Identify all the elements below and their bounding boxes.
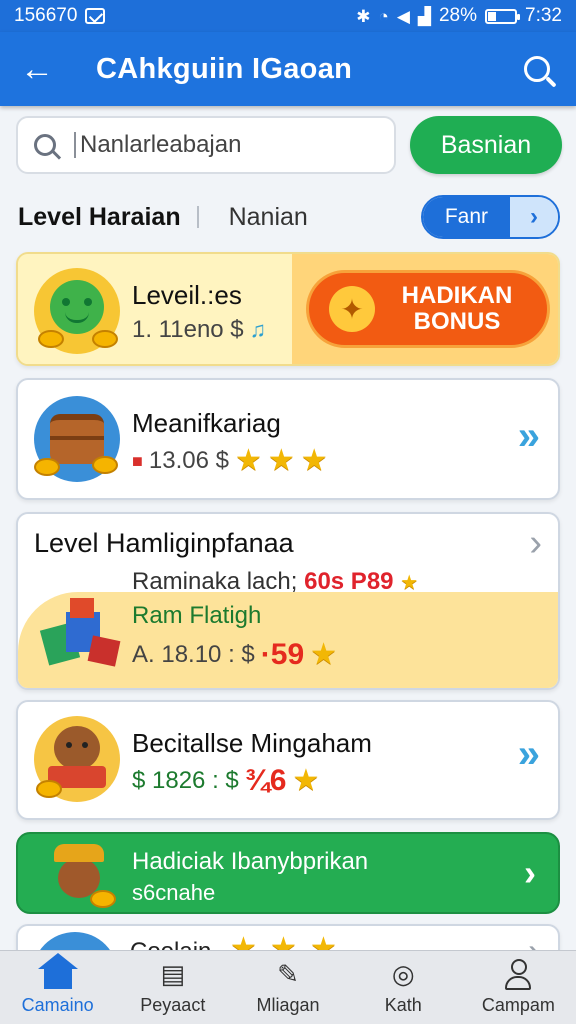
signal-icon: ▟ (417, 6, 431, 26)
gift-icon: ✦ (329, 286, 375, 332)
toy-blocks-icon (32, 598, 122, 678)
price-highlight: ·59 (260, 638, 305, 671)
status-left-text: 156670 (14, 5, 78, 26)
star-icon: ★ (300, 444, 328, 477)
nav-label: Kath (384, 995, 422, 1015)
chevron-right-icon[interactable]: › (524, 852, 536, 894)
bluetooth-icon: ✱ (356, 6, 371, 26)
nav-label: Peyaact (140, 995, 206, 1015)
nav-label: Campam (481, 995, 555, 1015)
level-card-2[interactable]: Meanifkariag ■ 13.06 $ ★ ★ ★ » (16, 378, 560, 500)
chevron-double-right-icon[interactable]: » (518, 414, 540, 459)
wifi-icon: ◔ (378, 6, 389, 26)
card-title: Becitallse Mingaham (132, 728, 372, 758)
nav-item-camaino[interactable]: Camaino (0, 951, 115, 1024)
filter-button[interactable]: Fanr › (420, 195, 560, 239)
volume-icon: ◀ (396, 6, 410, 26)
nav-item-peyaact[interactable]: ▤ Peyaact (115, 951, 230, 1024)
card-right-panel: ✦ HADIKAN BONUS (292, 254, 558, 364)
promo-subtitle: s6cnahe (132, 880, 216, 905)
app-bar: ← CAhkguiin IGaoan (0, 32, 576, 106)
search-box[interactable] (16, 116, 396, 174)
monster-icon (34, 268, 120, 354)
promo-banner[interactable]: Hadiciak Ibanybprikan s6cnahe › (16, 832, 560, 914)
filter-label: Fanr (422, 197, 510, 237)
card-price: A. 18.10 : $ (132, 641, 255, 668)
price-highlight: ¾6 (244, 764, 287, 797)
search-row: Basnian (16, 116, 562, 174)
level-card-3[interactable]: Level Hamliginpfanaa › Raminaka lach; 60… (16, 512, 560, 690)
bonus-label: HADIKAN BONUS (401, 282, 513, 335)
card-price: 1. 11eno $ (132, 316, 244, 343)
text-cursor (74, 132, 76, 158)
level-card-1[interactable]: Leveil.:es 1. 11eno $ ♫ ✦ HADIKAN BONUS (16, 252, 560, 366)
star-icon: ★ (292, 764, 320, 797)
card-title: Level Hamliginpfanaa (34, 528, 294, 558)
barrel-icon (34, 396, 120, 482)
bottom-navigation: Camaino ▤ Peyaact ✎ Mliagan ◎ Kath Campa… (0, 950, 576, 1024)
battery-text: 28% (438, 5, 478, 26)
level-card-4[interactable]: Becitallse Mingaham $ 1826 : $ ¾6 ★ » (16, 700, 560, 820)
bonus-button[interactable]: ✦ HADIKAN BONUS (306, 270, 550, 348)
person-icon (503, 959, 533, 990)
search-icon[interactable] (524, 56, 550, 82)
nav-item-kath[interactable]: ◎ Kath (346, 951, 461, 1024)
card-price: 13.06 $ (148, 447, 229, 474)
card-subtitle: Raminaka lach; 60s P89 ★ (132, 568, 419, 595)
sub-highlight: 60s P89 (304, 568, 394, 595)
search-input[interactable] (80, 131, 340, 159)
tab-nanian[interactable]: Nanian (229, 203, 421, 232)
star-icon: ★ (267, 444, 295, 477)
star-icon: ★ (310, 638, 338, 671)
bear-hat-icon (44, 844, 116, 914)
search-button[interactable]: Basnian (410, 116, 562, 174)
promo-title: Hadiciak Ibanybprikan (132, 848, 369, 875)
nav-item-campam[interactable]: Campam (461, 951, 576, 1024)
status-bar: 156670 ✱ ◔ ◀ ▟ 28% 7:32 (0, 0, 576, 32)
notification-icon (85, 8, 106, 24)
chevron-double-right-icon[interactable]: » (518, 732, 540, 777)
card-left-panel: Leveil.:es 1. 11eno $ ♫ (18, 254, 292, 364)
tab-divider (196, 206, 199, 228)
target-icon: ◎ (391, 959, 415, 989)
tag-icon: ■ (132, 450, 143, 471)
card-title: Leveil.:es (132, 280, 242, 310)
chevron-right-icon: › (510, 197, 558, 237)
card-subtitle-green: Ram Flatigh (132, 602, 262, 629)
tab-level-haraian[interactable]: Level Haraian (18, 203, 181, 232)
chevron-right-icon[interactable]: › (529, 522, 542, 565)
list-icon: ▤ (160, 959, 186, 989)
nav-label: Mliagan (256, 995, 320, 1015)
back-arrow-icon[interactable]: ← (20, 50, 74, 89)
time-text: 7:32 (525, 5, 562, 26)
nav-item-mliagan[interactable]: ✎ Mliagan (230, 951, 345, 1024)
nav-label: Camaino (21, 995, 94, 1015)
tabs-row: Level Haraian Nanian Fanr › (18, 194, 560, 240)
edit-icon: ✎ (277, 959, 299, 989)
star-icon: ★ (400, 572, 419, 594)
card-price: $ 1826 : $ (132, 767, 239, 794)
battery-icon (485, 8, 521, 24)
home-icon (37, 953, 78, 989)
page-title: CAhkguiin IGaoan (96, 52, 353, 85)
star-icon: ★ (234, 444, 262, 477)
card-title: Meanifkariag (132, 408, 281, 438)
search-field-icon (34, 134, 56, 156)
music-icon: ♫ (249, 317, 267, 342)
bear-icon (34, 716, 120, 802)
